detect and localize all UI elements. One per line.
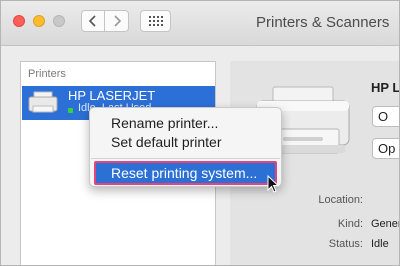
minimize-window-button[interactable] <box>33 15 45 27</box>
rename-printer-menu-item[interactable]: Rename printer... <box>111 115 218 131</box>
forward-button[interactable] <box>105 10 129 32</box>
window-title: Printers & Scanners <box>256 14 390 31</box>
grid-dots-icon <box>148 16 163 26</box>
reset-printing-system-menu-item[interactable]: Reset printing system... <box>111 165 257 181</box>
printer-icon <box>28 91 58 113</box>
options-supplies-button[interactable]: Op <box>372 138 399 159</box>
kind-label: Kind: <box>337 218 363 230</box>
printers-list-header: Printers <box>28 68 66 80</box>
set-default-printer-menu-item[interactable]: Set default printer <box>111 134 222 150</box>
printer-online-indicator <box>68 108 73 113</box>
zoom-window-button[interactable] <box>53 15 65 27</box>
open-print-queue-button[interactable]: O <box>372 106 399 127</box>
chevron-left-icon <box>89 15 96 27</box>
title-bar: Printers & Scanners <box>1 1 399 46</box>
show-all-button[interactable] <box>140 10 171 32</box>
printer-name: HP LASERJET <box>68 88 156 103</box>
kind-value: Gener <box>371 218 400 230</box>
close-window-button[interactable] <box>13 15 25 27</box>
back-button[interactable] <box>81 10 105 32</box>
status-value: Idle <box>371 238 389 250</box>
location-label: Location: <box>318 194 363 206</box>
menu-separator <box>91 158 280 159</box>
status-label: Status: <box>328 238 363 250</box>
printers-scanners-window: Printers & Scanners Printers HP LASERJET… <box>0 0 400 266</box>
printer-context-menu: Rename printer... Set default printer Re… <box>89 107 282 187</box>
chevron-right-icon <box>113 15 121 27</box>
mouse-pointer-icon <box>267 175 279 193</box>
selected-printer-name: HP LA <box>371 80 400 95</box>
